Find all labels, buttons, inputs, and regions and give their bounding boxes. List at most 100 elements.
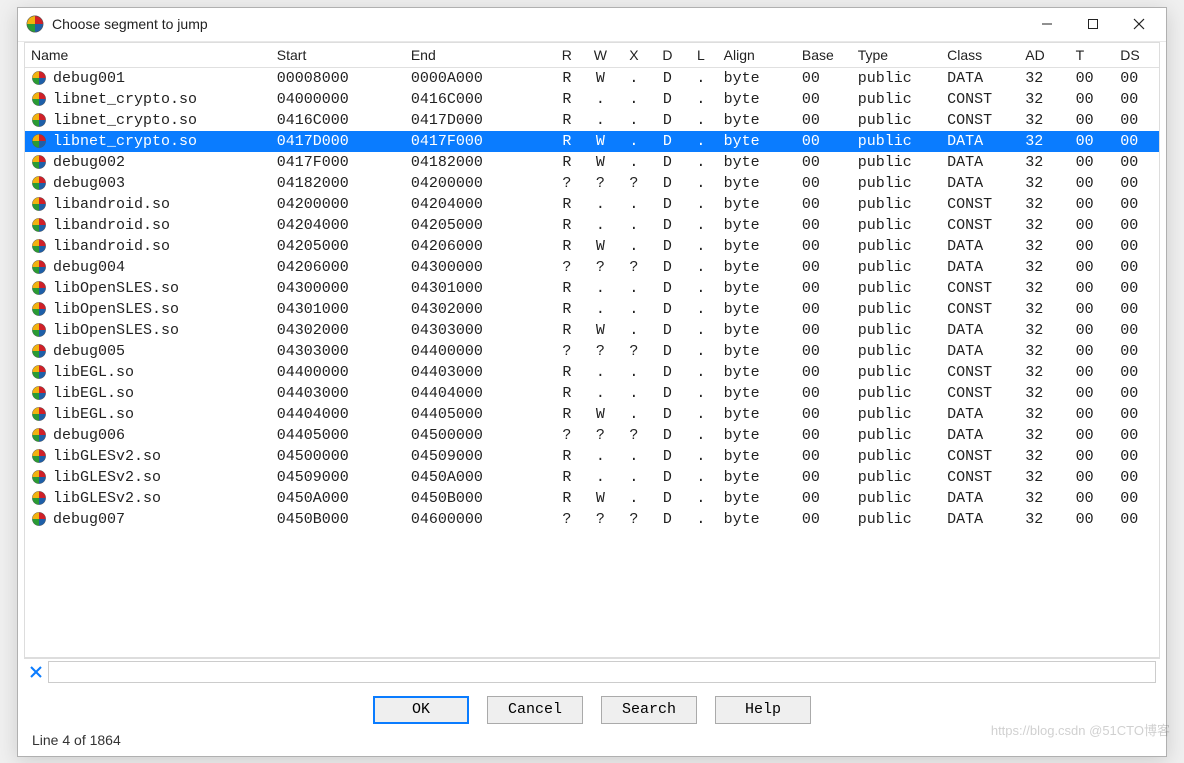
col-header-w[interactable]: W [584,43,618,68]
table-row[interactable]: debug0060440500004500000???D.byte00publi… [25,425,1159,446]
table-row[interactable]: debug0040420600004300000???D.byte00publi… [25,257,1159,278]
segment-icon [31,448,47,464]
cell-x: ? [617,509,651,530]
clear-filter-icon[interactable] [28,664,44,680]
cell-end: 04600000 [405,509,550,530]
cell-r: R [550,404,584,425]
col-header-ds[interactable]: DS [1114,43,1159,68]
cell-d: D [651,110,685,131]
cell-r: R [550,67,584,89]
segment-icon [31,238,47,254]
table-row[interactable]: libOpenSLES.so0430200004303000RW.D.byte0… [25,320,1159,341]
col-header-name[interactable]: Name [25,43,271,68]
cell-base: 00 [796,467,852,488]
col-header-d[interactable]: D [651,43,685,68]
col-header-ad[interactable]: AD [1019,43,1069,68]
table-row[interactable]: libGLESv2.so0450000004509000R..D.byte00p… [25,446,1159,467]
cell-ad: 32 [1019,488,1069,509]
cell-class: DATA [941,257,1019,278]
table-row[interactable]: libGLESv2.so045090000450A000R..D.byte00p… [25,467,1159,488]
table-row[interactable]: libEGL.so0440000004403000R..D.byte00publ… [25,362,1159,383]
cell-w: W [584,236,618,257]
table-row[interactable]: libandroid.so0420000004204000R..D.byte00… [25,194,1159,215]
col-header-x[interactable]: X [617,43,651,68]
cell-l: . [684,194,718,215]
table-row[interactable]: debug0050430300004400000???D.byte00publi… [25,341,1159,362]
table-row[interactable]: libGLESv2.so0450A0000450B000RW.D.byte00p… [25,488,1159,509]
table-row[interactable]: libEGL.so0440400004405000RW.D.byte00publ… [25,404,1159,425]
segment-icon [31,343,47,359]
cell-t: 00 [1070,320,1115,341]
cell-r: R [550,320,584,341]
table-row[interactable]: libnet_crypto.so0416C0000417D000R..D.byt… [25,110,1159,131]
cell-ad: 32 [1019,152,1069,173]
col-header-t[interactable]: T [1070,43,1115,68]
cell-ds: 00 [1114,488,1159,509]
col-header-class[interactable]: Class [941,43,1019,68]
cell-ds: 00 [1114,362,1159,383]
cell-r: ? [550,257,584,278]
maximize-button[interactable] [1070,9,1116,39]
choose-segment-dialog: Choose segment to jump [17,7,1167,757]
cell-start: 04500000 [271,446,405,467]
cell-l: . [684,89,718,110]
table-row[interactable]: debug0030418200004200000???D.byte00publi… [25,173,1159,194]
filter-input[interactable] [48,661,1156,683]
cell-ad: 32 [1019,173,1069,194]
cell-ds: 00 [1114,278,1159,299]
cell-align: byte [718,67,796,89]
col-header-base[interactable]: Base [796,43,852,68]
cell-class: CONST [941,278,1019,299]
col-header-type[interactable]: Type [852,43,941,68]
cell-name: debug005 [53,343,125,360]
cell-start: 04404000 [271,404,405,425]
segment-table-scroll[interactable]: Name Start End R W X D L Align Base Type… [25,43,1159,657]
col-header-end[interactable]: End [405,43,550,68]
col-header-start[interactable]: Start [271,43,405,68]
cell-x: . [617,215,651,236]
cell-base: 00 [796,131,852,152]
table-row[interactable]: libnet_crypto.so0417D0000417F000RW.D.byt… [25,131,1159,152]
col-header-align[interactable]: Align [718,43,796,68]
cell-align: byte [718,194,796,215]
table-row[interactable]: libandroid.so0420400004205000R..D.byte00… [25,215,1159,236]
cell-type: public [852,467,941,488]
search-button[interactable]: Search [601,696,697,724]
cell-l: . [684,446,718,467]
close-button[interactable] [1116,9,1162,39]
cell-t: 00 [1070,131,1115,152]
col-header-l[interactable]: L [684,43,718,68]
cell-type: public [852,404,941,425]
cell-t: 00 [1070,383,1115,404]
cell-end: 04206000 [405,236,550,257]
cell-t: 00 [1070,341,1115,362]
table-row[interactable]: debug0020417F00004182000RW.D.byte00publi… [25,152,1159,173]
cell-l: . [684,341,718,362]
app-icon [26,15,44,33]
cell-ds: 00 [1114,89,1159,110]
cell-l: . [684,467,718,488]
cell-l: . [684,425,718,446]
table-row[interactable]: libOpenSLES.so0430100004302000R..D.byte0… [25,299,1159,320]
col-header-r[interactable]: R [550,43,584,68]
cell-base: 00 [796,446,852,467]
segment-icon [31,154,47,170]
cell-ad: 32 [1019,509,1069,530]
table-row[interactable]: libnet_crypto.so040000000416C000R..D.byt… [25,89,1159,110]
cell-w: W [584,131,618,152]
cell-start: 0417F000 [271,152,405,173]
cell-x: . [617,89,651,110]
table-row[interactable]: libOpenSLES.so0430000004301000R..D.byte0… [25,278,1159,299]
cell-l: . [684,488,718,509]
table-row[interactable]: debug001000080000000A000RW.D.byte00publi… [25,67,1159,89]
cell-t: 00 [1070,152,1115,173]
cell-r: R [550,110,584,131]
cancel-button[interactable]: Cancel [487,696,583,724]
table-row[interactable]: libEGL.so0440300004404000R..D.byte00publ… [25,383,1159,404]
minimize-button[interactable] [1024,9,1070,39]
help-button[interactable]: Help [715,696,811,724]
ok-button[interactable]: OK [373,696,469,724]
cell-w: ? [584,257,618,278]
table-row[interactable]: libandroid.so0420500004206000RW.D.byte00… [25,236,1159,257]
table-row[interactable]: debug0070450B00004600000???D.byte00publi… [25,509,1159,530]
